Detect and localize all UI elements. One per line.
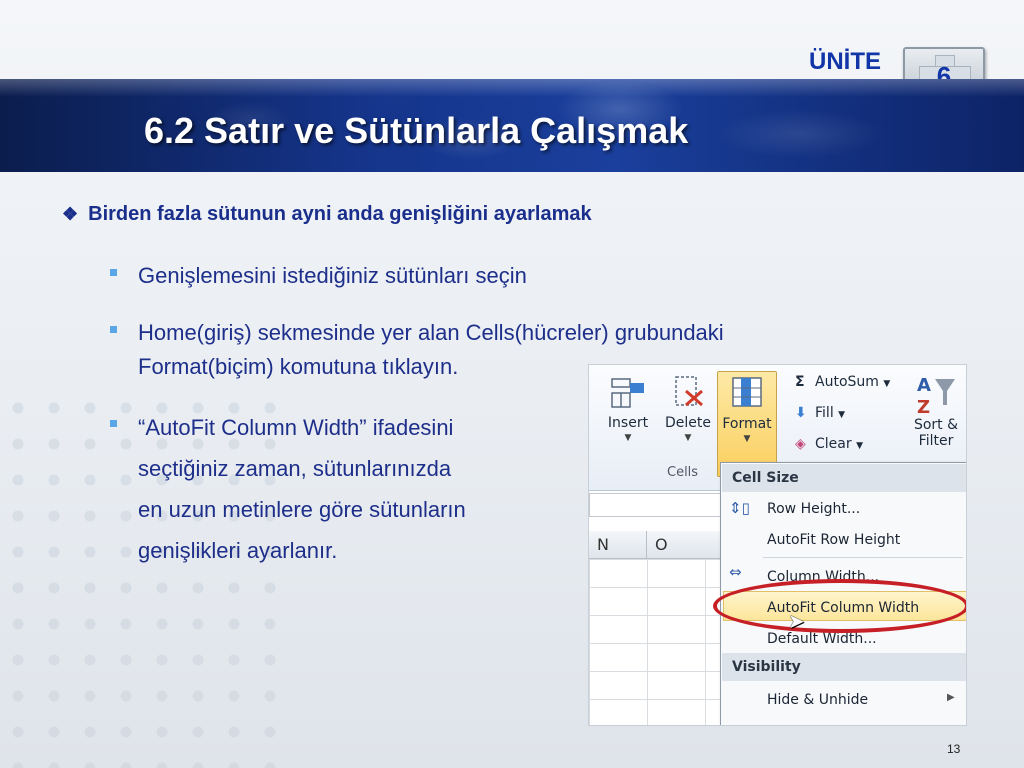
column-header-o[interactable]: O [647,531,729,559]
formula-bar[interactable] [589,493,729,517]
sub-bullet-3: “AutoFit Column Width” ifadesini seçtiği… [110,407,466,571]
column-width-icon: ⇔ [729,563,742,581]
sub-bullet-line: Genişlemesini istediğiniz sütünları seçi… [138,263,527,288]
menu-item-hide-unhide[interactable]: Hide & Unhide [767,692,868,708]
main-bullet: ❖ Birden fazla sütunun ayni anda genişliğ… [62,203,592,226]
row-height-icon: ⇕▯ [729,499,750,517]
delete-caret-icon: ▼ [684,433,692,443]
sort-filter-label-2: Filter [918,433,954,449]
svg-text:Z: Z [917,397,930,417]
submenu-arrow-icon: ▶ [947,692,955,703]
delete-cells-icon [668,371,708,411]
unit-label: ÜNİTE [809,48,881,75]
menu-item-autofit-row-height[interactable]: AutoFit Row Height [767,532,900,548]
sub-bullet-line: seçtiğiniz zaman, sütunlarınızda [138,456,452,481]
sub-bullet-line: Home(giriş) sekmesinde yer alan Cells(hü… [138,320,724,345]
red-highlight-oval [713,579,966,633]
sub-bullet-line: en uzun metinlere göre sütunların [138,497,466,522]
autosum-label: AutoSum [815,374,879,390]
page-number: 13 [947,742,961,756]
clear-button[interactable]: ◈ Clear ▼ [795,436,863,452]
diamond-bullet-icon: ❖ [62,204,79,224]
mouse-cursor-icon: ➤ [788,611,805,633]
excel-screenshot: Insert ▼ Delete ▼ Format ▼ Cells Σ AutoS… [588,364,967,726]
format-cells-icon [727,372,767,412]
cells-group-label: Cells [667,465,699,480]
eraser-icon: ◈ [795,436,806,452]
fill-button[interactable]: ⬇ Fill ▼ [795,405,845,421]
insert-label: Insert [607,415,649,431]
menu-separator [763,557,963,558]
insert-cells-icon [608,371,648,411]
clear-label: Clear [815,436,852,452]
format-label: Format [722,416,772,432]
fill-caret-icon: ▼ [838,410,846,420]
format-caret-icon: ▼ [743,434,751,444]
cell-gridlines [589,559,729,725]
main-bullet-text: Birden fazla sütunun ayni anda genişliği… [88,203,592,225]
square-bullet-icon [110,420,117,427]
menu-item-default-width[interactable]: Default Width... [767,631,877,647]
sort-filter-button[interactable]: A Z Sort & Filter [907,371,965,449]
autosum-caret-icon: ▼ [883,379,891,389]
clear-caret-icon: ▼ [856,441,863,451]
sigma-icon: Σ [795,374,805,390]
insert-caret-icon: ▼ [624,433,632,443]
column-header-n[interactable]: N [589,531,647,559]
sort-filter-icon: A Z [907,371,965,418]
banner-gloss [0,79,1024,97]
menu-item-row-height[interactable]: Row Height... [767,501,860,517]
menu-section-visibility: Visibility [722,653,966,681]
delete-button[interactable]: Delete ▼ [661,371,715,463]
sub-bullet-1: Genişlemesini istediğiniz sütünları seçi… [110,259,527,293]
sub-bullet-line: “AutoFit Column Width” ifadesini [138,415,454,440]
fill-label: Fill [815,405,834,421]
svg-text:A: A [917,375,931,396]
menu-section-cell-size: Cell Size [722,464,966,492]
sub-bullet-line: genişlikleri ayarlanır. [138,538,338,563]
slide-title: 6.2 Satır ve Sütünlarla Çalışmak [144,110,689,151]
sort-filter-label-1: Sort & [913,417,959,433]
autosum-button[interactable]: Σ AutoSum ▼ [795,374,890,390]
insert-button[interactable]: Insert ▼ [601,371,655,463]
delete-label: Delete [665,415,711,431]
fill-down-icon: ⬇ [795,405,807,421]
square-bullet-icon [110,269,117,276]
square-bullet-icon [110,326,117,333]
